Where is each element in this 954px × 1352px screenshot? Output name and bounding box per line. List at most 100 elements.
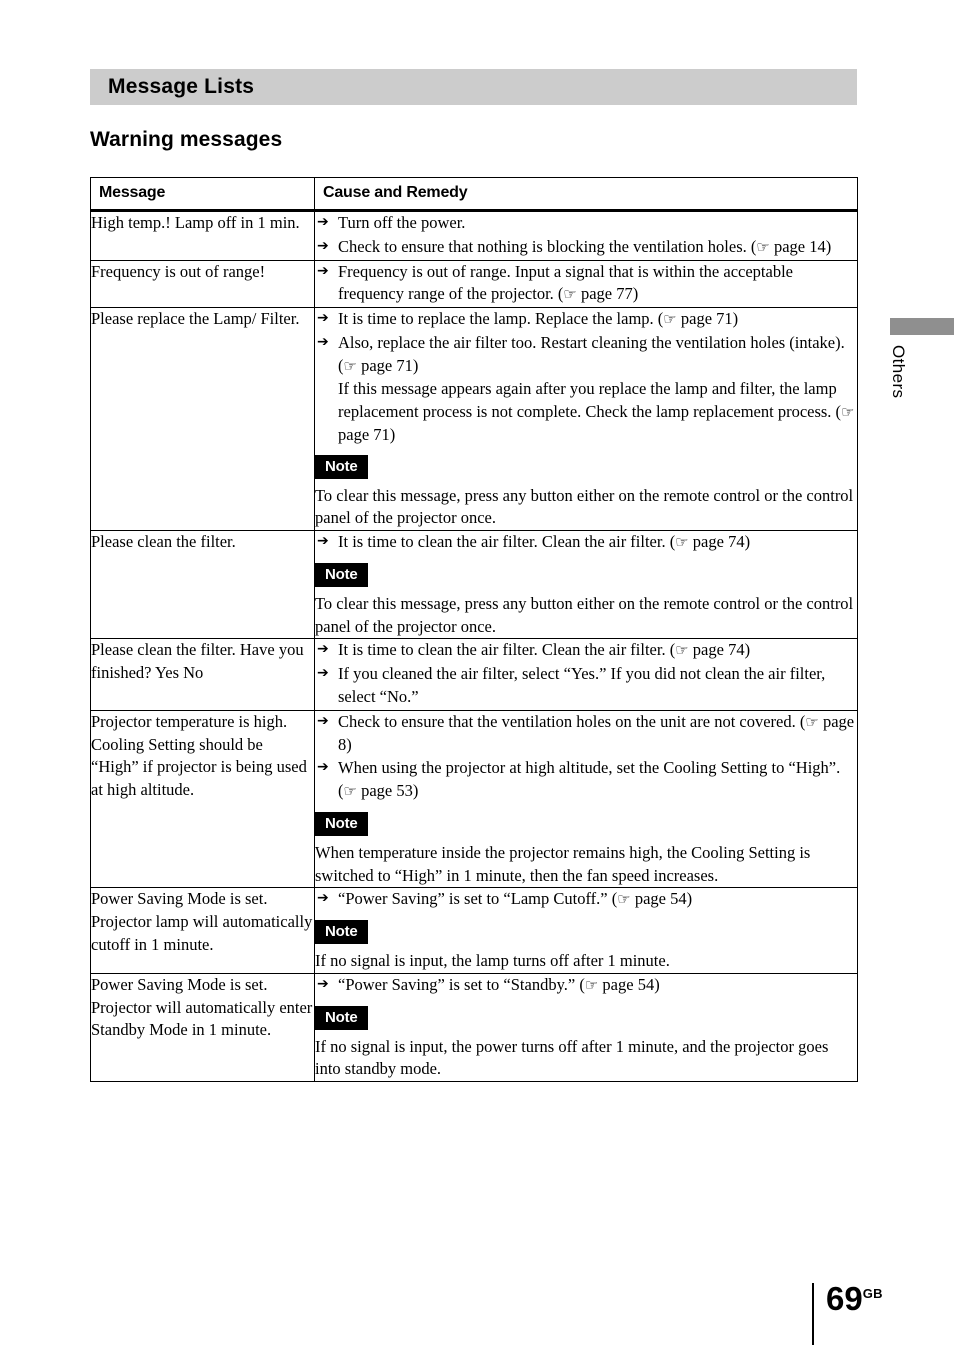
remedy-bullet: ➔ It is time to replace the lamp. Replace… [315, 308, 857, 331]
remedy-bullet-text: “Power Saving” is set to “Lamp Cutoff.” … [338, 889, 693, 909]
note-badge: Note [315, 454, 368, 479]
pointing-hand-icon: ☞ [756, 237, 770, 256]
table-row: Projector temperature is high. Cooling S… [90, 709, 858, 889]
cell-cause-and-remedy: ➔ It is time to clean the air filter. Cle… [314, 530, 858, 640]
arrow-right-icon: ➔ [317, 665, 329, 682]
note-badge-wrap: Note [315, 447, 857, 485]
remedy-bullet: ➔ When using the projector at high altitu… [315, 757, 857, 803]
remedy-continuation-text: If this message appears again after you … [338, 379, 855, 444]
note-badge-wrap: Note [315, 912, 857, 950]
remedy-bullet: ➔ “Power Saving” is set to “Standby.” (☞ … [315, 974, 857, 997]
pointing-hand-icon: ☞ [617, 890, 631, 909]
arrow-right-icon: ➔ [317, 214, 329, 230]
note-body-text: If no signal is input, the lamp turns of… [315, 951, 670, 971]
cell-message: Power Saving Mode is set. Projector will… [90, 972, 315, 1083]
cell-message: Frequency is out of range! [90, 259, 315, 309]
note-badge: Note [315, 811, 368, 836]
cell-cause-and-remedy: ➔ Turn off the power. ➔ Check to ensure tha… [314, 210, 858, 261]
note-badge-wrap: Note [315, 998, 857, 1036]
note-badge-wrap: Note [315, 804, 857, 842]
arrow-right-icon: ➔ [317, 712, 329, 729]
remedy-bullet: ➔ If you cleaned the air filter, select “… [315, 663, 857, 709]
pointing-hand-icon: ☞ [343, 782, 357, 801]
note-body-text: To clear this message, press any button … [315, 593, 854, 636]
arrow-right-icon: ➔ [317, 975, 329, 992]
arrow-right-icon: ➔ [317, 641, 329, 658]
note-badge: Note [315, 562, 368, 587]
cell-cause-and-remedy: ➔ Frequency is out of range. Input a sign… [314, 259, 858, 309]
cell-message: Please clean the filter. Have you finish… [90, 638, 315, 711]
page-number-value: 69 [826, 1280, 863, 1317]
cell-message: Please replace the Lamp/ Filter. [90, 307, 315, 532]
column-header-message: Message [90, 177, 315, 212]
table-row: Frequency is out of range! ➔ Frequency is … [90, 259, 858, 309]
warning-messages-table: Message Cause and Remedy High temp.! Lam… [90, 177, 858, 1083]
remedy-bullet-text: Check to ensure that nothing is blocking… [338, 236, 832, 256]
pointing-hand-icon: ☞ [805, 712, 819, 731]
arrow-right-icon: ➔ [317, 310, 329, 327]
footer-rule [812, 1283, 814, 1345]
cell-cause-and-remedy: ➔ Check to ensure that the ventilation ho… [314, 709, 858, 889]
remedy-bullet: ➔ It is time to clean the air filter. Cle… [315, 531, 857, 554]
remedy-bullet-text: “Power Saving” is set to “Standby.” (☞ p… [338, 974, 660, 994]
note-badge: Note [315, 1005, 368, 1030]
pointing-hand-icon: ☞ [841, 403, 855, 422]
remedy-bullet-text: Turn off the power. [338, 213, 466, 232]
cell-cause-and-remedy: ➔ “Power Saving” is set to “Lamp Cutoff.”… [314, 887, 858, 974]
table-row: Power Saving Mode is set. Projector lamp… [90, 887, 858, 974]
arrow-right-icon: ➔ [317, 890, 329, 907]
sub-heading: Warning messages [90, 128, 283, 151]
page-region-label: GB [862, 1286, 883, 1301]
table-row: High temp.! Lamp off in 1 min. ➔ Turn off … [90, 210, 858, 261]
remedy-bullet-text: Also, replace the air filter too. Restar… [338, 332, 845, 375]
note-body-text: When temperature inside the projector re… [315, 842, 811, 885]
remedy-bullet: ➔ Check to ensure that the ventilation ho… [315, 711, 857, 757]
pointing-hand-icon: ☞ [675, 533, 689, 552]
remedy-bullet-text: When using the projector at high altitud… [338, 758, 841, 801]
remedy-bullet: ➔ Turn off the power. [315, 212, 857, 235]
remedy-bullet: ➔ It is time to clean the air filter. Cle… [315, 639, 857, 662]
table-header: Message Cause and Remedy [90, 177, 858, 212]
arrow-right-icon: ➔ [317, 759, 329, 776]
table-row: Please clean the filter. Have you finish… [90, 638, 858, 711]
remedy-bullet-text: It is time to clean the air filter. Clea… [338, 532, 751, 552]
remedy-bullet: ➔ “Power Saving” is set to “Lamp Cutoff.”… [315, 888, 857, 911]
remedy-bullet-text: Frequency is out of range. Input a signa… [338, 261, 793, 304]
table-row: Power Saving Mode is set. Projector will… [90, 972, 858, 1083]
column-header-cause: Cause and Remedy [314, 177, 858, 212]
arrow-right-icon: ➔ [317, 262, 329, 279]
pointing-hand-icon: ☞ [584, 975, 599, 994]
cell-message: Power Saving Mode is set. Projector lamp… [90, 887, 315, 974]
cell-message: High temp.! Lamp off in 1 min. [90, 210, 315, 261]
edge-section-label: Others [889, 345, 908, 399]
remedy-bullet: ➔ Frequency is out of range. Input a sign… [315, 261, 857, 307]
note-body-text: To clear this message, press any button … [315, 485, 854, 528]
pointing-hand-icon: ☞ [563, 285, 577, 304]
table-header-row: Message Cause and Remedy [90, 177, 858, 212]
table-row: Please clean the filter. ➔ It is time to c… [90, 530, 858, 640]
arrow-right-icon: ➔ [317, 237, 329, 254]
pointing-hand-icon: ☞ [663, 310, 677, 329]
cell-cause-and-remedy: ➔ It is time to replace the lamp. Replace… [314, 307, 858, 532]
remedy-bullet-text: If you cleaned the air filter, select “Y… [338, 664, 826, 707]
arrow-right-icon: ➔ [317, 333, 329, 350]
remedy-bullet-text: Check to ensure that the ventilation hol… [338, 711, 855, 754]
page-title: Message Lists [108, 75, 255, 98]
note-body-text: If no signal is input, the power turns o… [315, 1036, 829, 1079]
cell-message: Please clean the filter. [90, 530, 315, 640]
remedy-bullet-text: It is time to replace the lamp. Replace … [338, 309, 739, 329]
cell-cause-and-remedy: ➔ It is time to clean the air filter. Cle… [314, 638, 858, 711]
remedy-bullet: ➔ Also, replace the air filter too. Resta… [315, 332, 857, 378]
remedy-bullet-text: It is time to clean the air filter. Clea… [338, 640, 751, 660]
pointing-hand-icon: ☞ [343, 356, 357, 375]
edge-thumb-tab [890, 318, 954, 335]
section-heading-band: Message Lists [90, 69, 857, 105]
cell-cause-and-remedy: ➔ “Power Saving” is set to “Standby.” (☞ … [314, 972, 858, 1083]
arrow-right-icon: ➔ [317, 533, 329, 550]
page-number: 69GB [826, 1282, 883, 1315]
table-row: Please replace the Lamp/ Filter. ➔ It is t… [90, 307, 858, 532]
note-badge-wrap: Note [315, 555, 857, 593]
remedy-bullet: ➔ Check to ensure that nothing is blockin… [315, 236, 857, 259]
pointing-hand-icon: ☞ [675, 641, 689, 660]
note-badge: Note [315, 920, 368, 945]
